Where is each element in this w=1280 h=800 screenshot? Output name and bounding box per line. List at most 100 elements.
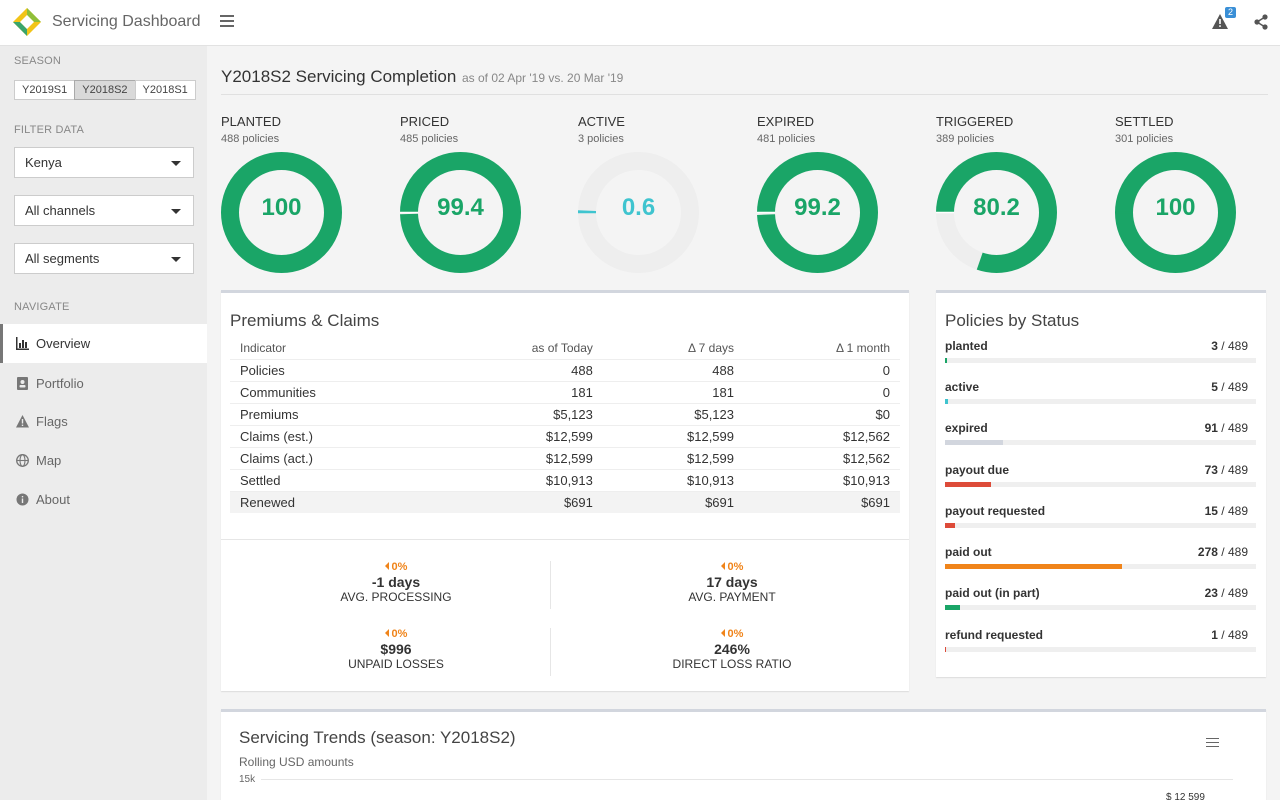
bar-chart-icon [16,337,29,350]
policies-by-status-title: Policies by Status [945,311,1080,330]
servicing-trends-card: Servicing Trends (season: Y2018S2) Rolli… [221,709,1266,800]
caret-left-icon [720,629,725,637]
status-name: payout requested [945,504,1046,518]
status-total: / 489 [1221,421,1248,435]
gauge-value: 80.2 [973,194,1020,221]
title-divider [221,94,1268,95]
gauge-value: 100 [1155,194,1196,221]
nav-item-label: About [36,492,70,507]
navigate-label: NAVIGATE [14,301,70,313]
status-total: / 489 [1221,339,1248,353]
table-cell: $10,913 [431,468,603,491]
table-cell: Claims (act.) [230,446,432,469]
table-cell: $12,599 [431,446,603,469]
gauge-policy-count: 3 policies [578,133,624,145]
kpi-delta-value: 0% [391,628,408,640]
kpi-unpaid-losses: 0% $996 UNPAID LOSSES [246,628,546,671]
table-cell: $5,123 [431,402,603,425]
country-select[interactable]: Kenya [14,147,194,178]
status-count-value: 73 [1204,463,1218,477]
status-count-value: 91 [1204,421,1218,435]
status-progress-fill [945,647,946,652]
kpi-avg-payment: 0% 17 days AVG. PAYMENT [582,561,882,604]
nav-item-map[interactable]: Map [0,441,207,480]
gauge-value: 100 [261,194,302,221]
caret-left-icon [384,629,389,637]
segment-select[interactable]: All segments [14,243,194,274]
status-count-value: 5 [1211,380,1218,394]
gauge-label: EXPIRED [757,114,815,129]
status-progress-track [945,440,1256,445]
kpi-delta: 0% [582,561,882,573]
chart-menu-icon[interactable] [1206,738,1219,748]
servicing-trends-subtitle: Rolling USD amounts [239,755,354,769]
status-progress-track [945,605,1256,610]
nav-item-about[interactable]: About [0,480,207,519]
app-logo-icon [13,8,41,36]
kpi-label: DIRECT LOSS RATIO [672,657,792,671]
chevron-down-icon [171,257,181,262]
season-button-y2018s2[interactable]: Y2018S2 [74,80,136,100]
kpi-value: 246% [714,641,750,657]
table-row: Policies 488 488 0 [230,358,900,381]
channel-select-value: All channels [25,203,96,218]
status-count: 91 / 489 [1205,421,1248,435]
nav-item-label: Map [36,453,62,468]
app-title: Servicing Dashboard [52,13,201,30]
premiums-claims-table: Indicator as of Today Δ 7 days Δ 1 month… [230,338,900,513]
gauge-label: SETTLED [1115,114,1174,129]
channel-select[interactable]: All channels [14,195,194,226]
status-count: 278 / 489 [1198,545,1248,559]
table-cell: $12,599 [602,446,744,469]
kpi-direct-loss-ratio: 0% 246% DIRECT LOSS RATIO [582,628,882,671]
status-progress-fill [945,564,1122,569]
season-button-y2019s1[interactable]: Y2019S1 [14,80,76,100]
series-end-value-label: $ 12 599 [1166,792,1205,800]
gauge-value: 99.2 [794,194,841,221]
table-cell: 0 [744,380,900,403]
status-progress-track [945,482,1256,487]
y-axis-tick-label: 15k [239,774,256,785]
kpi-delta-value: 0% [727,628,744,640]
status-count: 1 / 489 [1211,628,1248,642]
status-count-value: 278 [1197,545,1218,559]
status-count: 5 / 489 [1211,380,1248,394]
nav-item-portfolio[interactable]: Portfolio [0,364,207,403]
table-row: Communities 181 181 0 [230,380,900,403]
kpi-delta-value: 0% [391,561,408,573]
kpi-value: $996 [380,641,412,657]
status-row-payout-requested: payout requested 15 / 489 [945,504,1256,540]
status-row-paid-out: paid out 278 / 489 [945,545,1256,581]
nav-item-overview[interactable]: Overview [0,324,207,363]
menu-toggle-icon[interactable] [220,15,234,27]
table-header-row: Indicator as of Today Δ 7 days Δ 1 month [230,338,900,360]
chevron-down-icon [171,161,181,166]
status-progress-fill [945,399,949,404]
status-progress-track [945,399,1256,404]
alerts-button[interactable]: 2 [1212,7,1238,34]
status-total: / 489 [1221,545,1248,559]
status-name: expired [945,421,988,435]
top-header: Servicing Dashboard 2 [0,0,1280,46]
status-count: 73 / 489 [1205,463,1248,477]
caret-left-icon [720,562,725,570]
sidebar: SEASON Y2019S1 Y2018S2 Y2018S1 FILTER DA… [0,46,207,800]
filter-label: FILTER DATA [14,124,85,136]
table-cell: Settled [230,468,432,491]
gauge-policy-count: 301 policies [1115,133,1174,145]
gauge-policy-count: 389 policies [936,133,995,145]
nav-item-flags[interactable]: Flags [0,402,207,441]
country-select-value: Kenya [25,155,62,170]
status-name: planted [945,339,988,353]
status-progress-track [945,523,1256,528]
table-cell: $12,599 [431,424,603,447]
address-book-icon [17,377,28,390]
kpi-column-divider [550,561,551,609]
season-label: SEASON [14,55,62,67]
season-button-y2018s1[interactable]: Y2018S1 [134,80,196,100]
gauge-label: PLANTED [221,114,281,129]
column-header: Δ 1 month [744,338,900,360]
share-icon[interactable] [1253,14,1269,30]
status-progress-track [945,564,1256,569]
table-cell: 181 [431,380,603,403]
